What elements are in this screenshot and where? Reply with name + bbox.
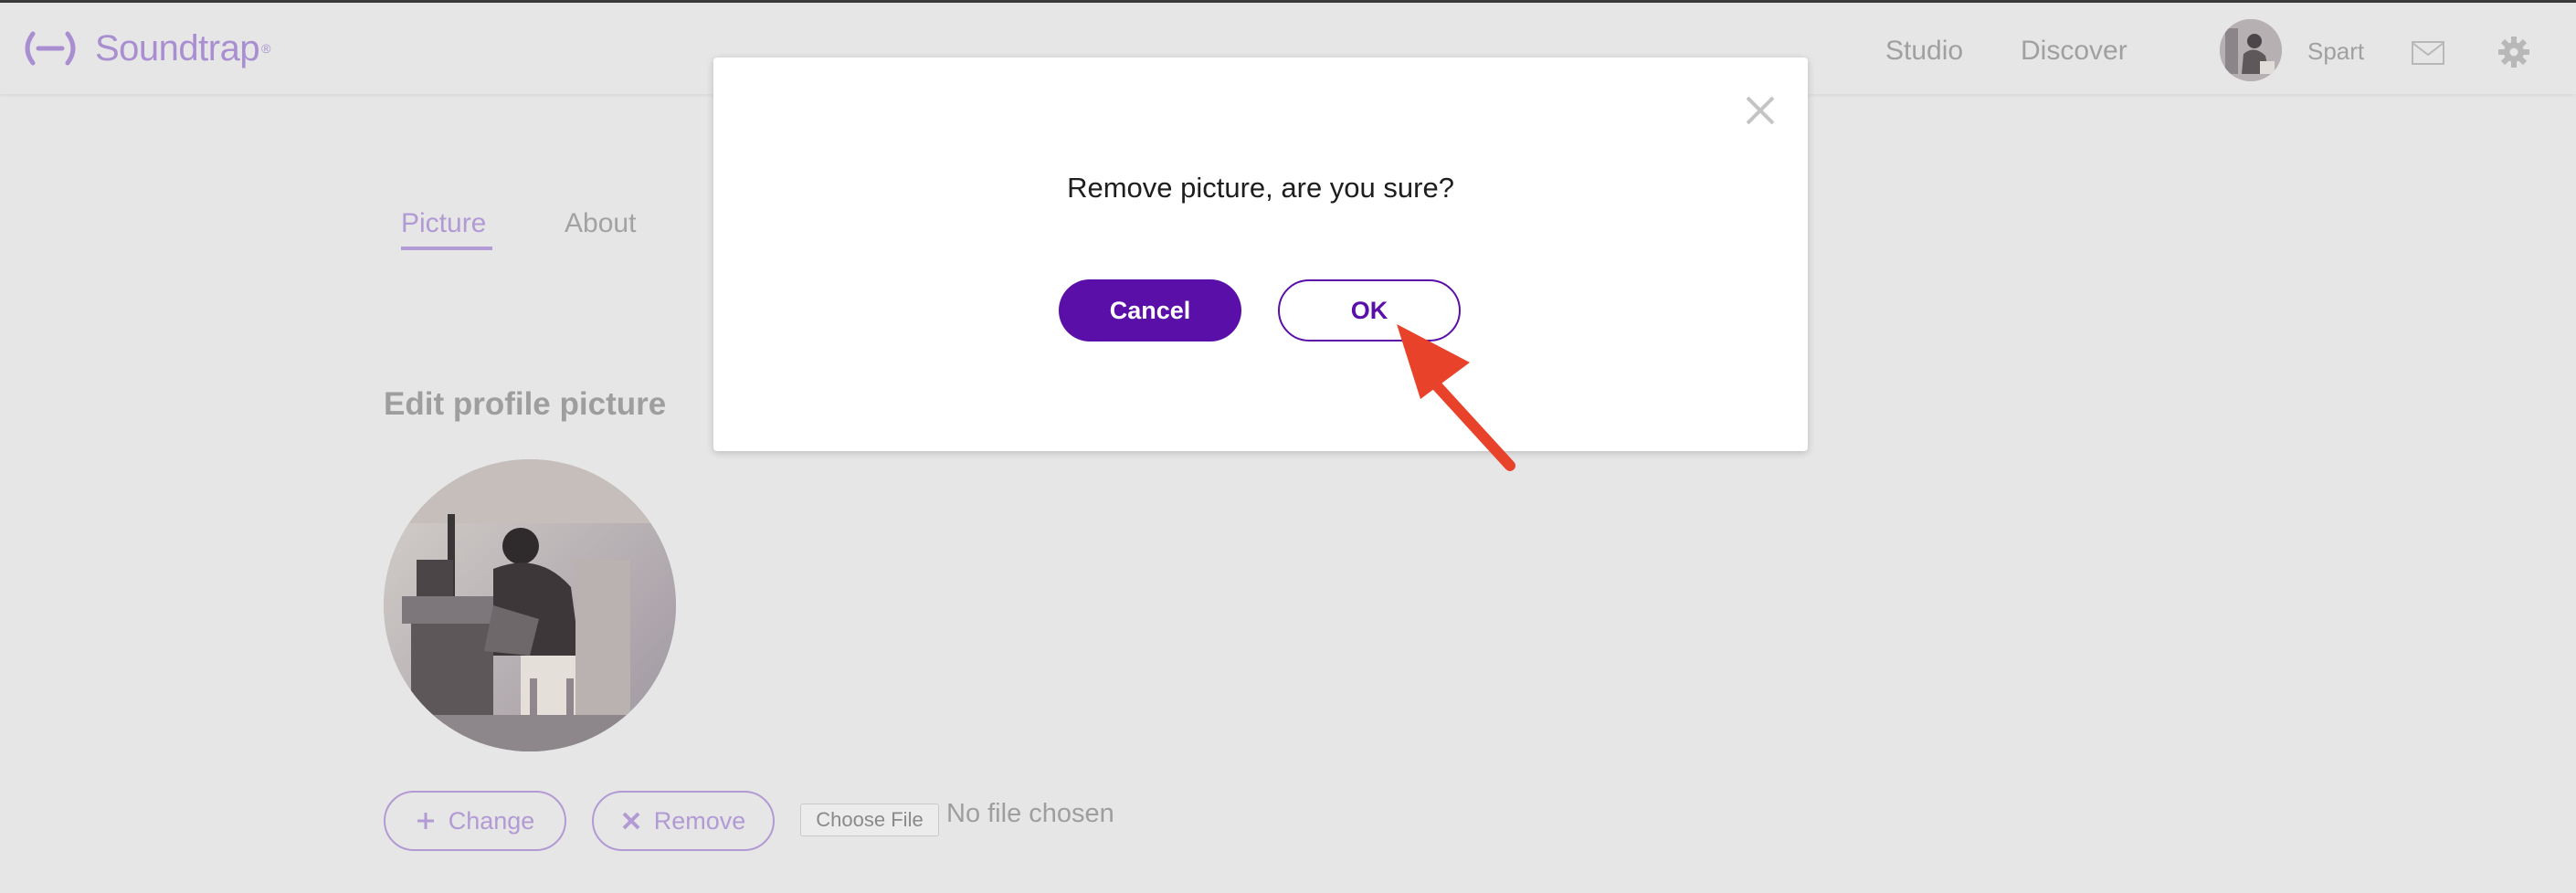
arrow-pointer-icon [1397,324,1515,471]
tab-picture[interactable]: Picture [401,208,486,239]
choose-file-button[interactable]: Choose File [800,804,939,836]
soundtrap-logo[interactable]: Soundtrap ® [20,23,270,74]
gear-icon[interactable] [2497,36,2530,68]
mail-icon[interactable] [2412,41,2444,65]
user-avatar[interactable] [2220,19,2282,81]
nav-discover[interactable]: Discover [2021,36,2127,67]
confirm-dialog: Remove picture, are you sure? Cancel OK [713,58,1808,451]
section-title: Edit profile picture [384,386,667,422]
registered-mark: ® [261,41,271,56]
logo-icon [25,31,76,66]
logo-text: Soundtrap [95,27,260,68]
plus-icon [417,813,434,829]
file-status: No file chosen [946,799,1114,828]
cancel-button[interactable]: Cancel [1059,279,1241,341]
remove-label: Remove [653,806,746,835]
avatar-image [2220,19,2282,81]
dialog-message: Remove picture, are you sure? [1067,172,1454,204]
username[interactable]: Spart [2307,37,2364,66]
profile-photo [384,459,676,751]
x-icon [622,812,640,830]
remove-picture-button[interactable]: Remove [592,791,775,851]
profile-picture [384,459,676,751]
change-picture-button[interactable]: Change [384,791,566,851]
tab-about[interactable]: About [565,208,636,239]
close-icon[interactable] [1744,94,1777,127]
active-tab-indicator [401,247,492,250]
change-label: Change [448,806,535,835]
nav-studio[interactable]: Studio [1885,36,1963,67]
